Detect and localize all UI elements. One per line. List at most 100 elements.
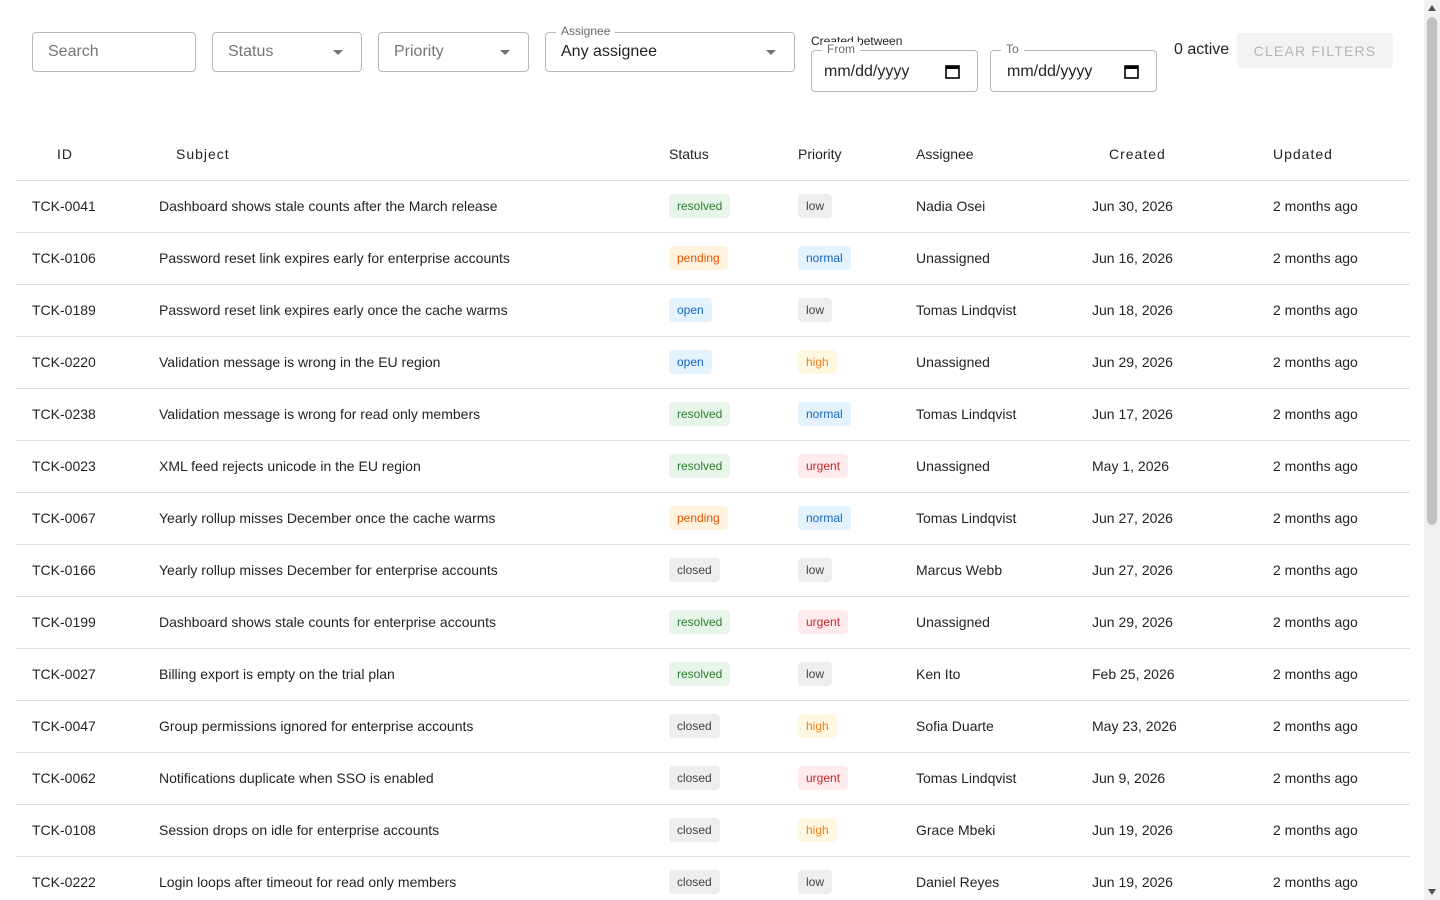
ticket-created: Jun 30, 2026 bbox=[1092, 198, 1173, 214]
scroll-down-arrow-icon[interactable] bbox=[1428, 889, 1436, 895]
assignee-select[interactable]: Assignee Any assignee bbox=[545, 24, 795, 72]
ticket-id: TCK-0189 bbox=[32, 302, 96, 318]
ticket-assignee: Grace Mbeki bbox=[916, 822, 996, 838]
ticket-updated: 2 months ago bbox=[1273, 198, 1358, 214]
ticket-updated: 2 months ago bbox=[1273, 614, 1358, 630]
status-badge: open bbox=[669, 298, 712, 322]
ticket-subject: Dashboard shows stale counts after the M… bbox=[159, 198, 498, 214]
ticket-id: TCK-0062 bbox=[32, 770, 96, 786]
ticket-created: Jun 29, 2026 bbox=[1092, 354, 1173, 370]
clear-filters-button[interactable]: CLEAR FILTERS bbox=[1237, 33, 1393, 68]
status-badge: pending bbox=[669, 246, 728, 270]
ticket-updated: 2 months ago bbox=[1273, 562, 1358, 578]
ticket-created: May 23, 2026 bbox=[1092, 718, 1177, 734]
column-header-subject[interactable]: Subject bbox=[159, 128, 669, 181]
ticket-assignee: Unassigned bbox=[916, 458, 990, 474]
ticket-assignee: Daniel Reyes bbox=[916, 874, 1000, 890]
table-row[interactable]: TCK-0062 Notifications duplicate when SSO… bbox=[16, 752, 1410, 805]
table-row[interactable]: TCK-0041 Dashboard shows stale counts aft… bbox=[16, 180, 1410, 233]
priority-badge: normal bbox=[798, 506, 851, 530]
ticket-assignee: Sofia Duarte bbox=[916, 718, 994, 734]
search-input[interactable]: Search bbox=[32, 32, 196, 72]
table-row[interactable]: TCK-0108 Session drops on idle for enterp… bbox=[16, 804, 1410, 857]
priority-badge: low bbox=[798, 194, 833, 218]
ticket-assignee: Tomas Lindqvist bbox=[916, 510, 1017, 526]
ticket-subject: Session drops on idle for enterprise acc… bbox=[159, 822, 440, 838]
created-from-date-input[interactable]: From mm/dd/yyyy bbox=[811, 42, 978, 92]
table-row[interactable]: TCK-0067 Yearly rollup misses December on… bbox=[16, 492, 1410, 545]
column-header-created[interactable]: Created bbox=[1092, 128, 1256, 181]
search-placeholder: Search bbox=[48, 43, 99, 60]
ticket-subject: Password reset link expires early for en… bbox=[159, 250, 510, 266]
scroll-up-arrow-icon[interactable] bbox=[1428, 5, 1436, 11]
ticket-assignee: Ken Ito bbox=[916, 666, 961, 682]
ticket-created: Jun 27, 2026 bbox=[1092, 510, 1173, 526]
table-row[interactable]: TCK-0222 Login loops after timeout for re… bbox=[16, 856, 1410, 900]
status-badge: closed bbox=[669, 870, 720, 894]
ticket-subject: Login loops after timeout for read only … bbox=[159, 874, 457, 890]
table-row[interactable]: TCK-0106 Password reset link expires earl… bbox=[16, 232, 1410, 285]
priority-badge: low bbox=[798, 558, 833, 582]
status-badge: closed bbox=[669, 558, 720, 582]
priority-badge: urgent bbox=[798, 766, 849, 790]
ticket-assignee: Nadia Osei bbox=[916, 198, 986, 214]
priority-select[interactable]: Priority bbox=[378, 32, 529, 72]
status-badge: pending bbox=[669, 506, 728, 530]
assignee-value: Any assignee bbox=[561, 43, 658, 60]
ticket-assignee: Tomas Lindqvist bbox=[916, 770, 1017, 786]
table-row[interactable]: TCK-0220 Validation message is wrong in t… bbox=[16, 336, 1410, 389]
status-badge: resolved bbox=[669, 402, 731, 426]
tickets-table: ID Subject Status Priority Assignee Crea… bbox=[16, 128, 1410, 900]
from-label: From bbox=[822, 42, 860, 56]
ticket-created: Jun 16, 2026 bbox=[1092, 250, 1173, 266]
calendar-icon[interactable] bbox=[1124, 64, 1139, 79]
ticket-updated: 2 months ago bbox=[1273, 458, 1358, 474]
priority-badge: low bbox=[798, 298, 833, 322]
ticket-subject: Validation message is wrong in the EU re… bbox=[159, 354, 441, 370]
ticket-subject: Notifications duplicate when SSO is enab… bbox=[159, 770, 434, 786]
status-badge: resolved bbox=[669, 610, 731, 634]
ticket-assignee: Tomas Lindqvist bbox=[916, 302, 1017, 318]
ticket-assignee: Marcus Webb bbox=[916, 562, 1003, 578]
ticket-updated: 2 months ago bbox=[1273, 250, 1358, 266]
ticket-id: TCK-0023 bbox=[32, 458, 96, 474]
table-row[interactable]: TCK-0189 Password reset link expires earl… bbox=[16, 284, 1410, 337]
ticket-id: TCK-0067 bbox=[32, 510, 96, 526]
to-label: To bbox=[1001, 42, 1024, 56]
status-select[interactable]: Status bbox=[212, 32, 362, 72]
table-row[interactable]: TCK-0023 XML feed rejects unicode in the … bbox=[16, 440, 1410, 493]
column-header-status: Status bbox=[669, 128, 798, 181]
filter-bar: Search Status Priority Assignee Any assi… bbox=[0, 0, 1424, 110]
ticket-id: TCK-0027 bbox=[32, 666, 96, 682]
scrollbar-thumb[interactable] bbox=[1427, 17, 1437, 525]
ticket-subject: Validation message is wrong for read onl… bbox=[159, 406, 481, 422]
ticket-updated: 2 months ago bbox=[1273, 770, 1358, 786]
ticket-updated: 2 months ago bbox=[1273, 406, 1358, 422]
ticket-assignee: Unassigned bbox=[916, 354, 990, 370]
table-row[interactable]: TCK-0027 Billing export is empty on the t… bbox=[16, 648, 1410, 701]
table-row[interactable]: TCK-0199 Dashboard shows stale counts for… bbox=[16, 596, 1410, 649]
column-header-updated[interactable]: Updated bbox=[1256, 128, 1410, 181]
table-row[interactable]: TCK-0238 Validation message is wrong for … bbox=[16, 388, 1410, 441]
table-row[interactable]: TCK-0047 Group permissions ignored for en… bbox=[16, 700, 1410, 753]
ticket-id: TCK-0047 bbox=[32, 718, 96, 734]
ticket-id: TCK-0106 bbox=[32, 250, 96, 266]
status-badge: open bbox=[669, 350, 712, 374]
priority-badge: low bbox=[798, 870, 833, 894]
column-header-id[interactable]: ID bbox=[16, 128, 159, 181]
chevron-down-icon bbox=[333, 50, 343, 55]
created-to-date-input[interactable]: To mm/dd/yyyy bbox=[990, 42, 1157, 92]
ticket-assignee: Unassigned bbox=[916, 614, 990, 630]
calendar-icon[interactable] bbox=[945, 64, 960, 79]
ticket-created: Jun 17, 2026 bbox=[1092, 406, 1173, 422]
vertical-scrollbar[interactable] bbox=[1424, 0, 1440, 900]
ticket-created: May 1, 2026 bbox=[1092, 458, 1170, 474]
chevron-down-icon bbox=[766, 50, 776, 55]
priority-badge: urgent bbox=[798, 454, 849, 478]
ticket-updated: 2 months ago bbox=[1273, 666, 1358, 682]
ticket-subject: Dashboard shows stale counts for enterpr… bbox=[159, 614, 496, 630]
ticket-subject: XML feed rejects unicode in the EU regio… bbox=[159, 458, 421, 474]
table-row[interactable]: TCK-0166 Yearly rollup misses December fo… bbox=[16, 544, 1410, 597]
table-header-row: ID Subject Status Priority Assignee Crea… bbox=[16, 128, 1410, 181]
active-filter-count: 0 active bbox=[1174, 41, 1230, 58]
